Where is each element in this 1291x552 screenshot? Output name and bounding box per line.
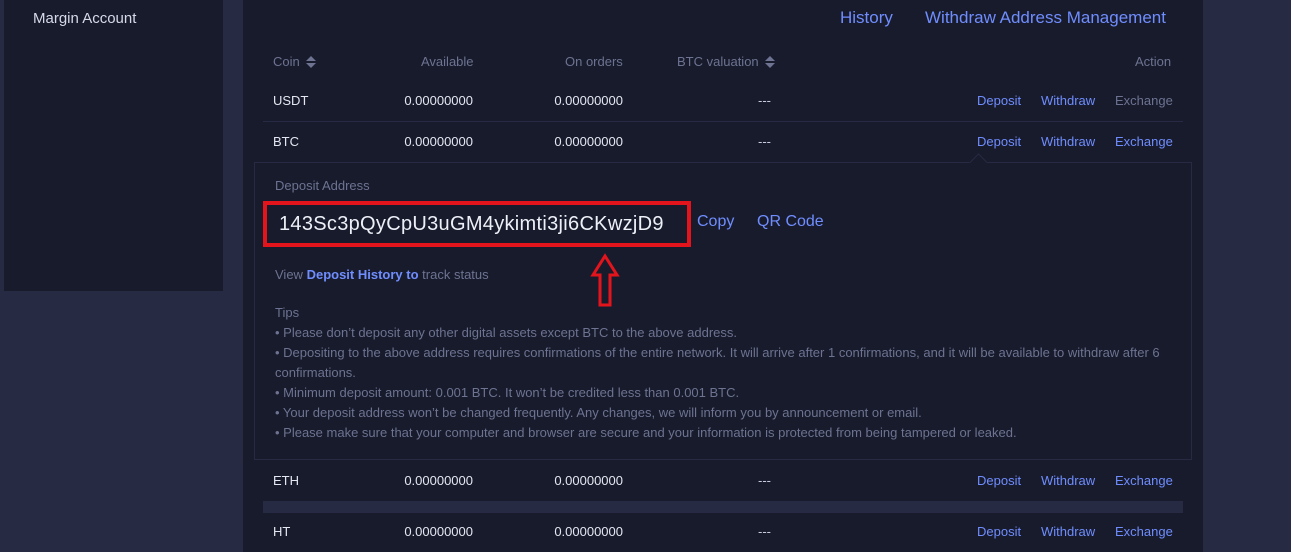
tips-section: Tips • Please don’t deposit any other di… [275,303,1175,443]
column-header-available: Available [421,54,474,69]
table-row: HT 0.00000000 0.00000000 --- Deposit Wit… [263,512,1183,552]
coin-name: USDT [273,93,309,108]
qr-code-button[interactable]: QR Code [757,213,824,231]
available-value: 0.00000000 [404,524,473,539]
history-suffix: track status [422,267,489,282]
deposit-address-label: Deposit Address [275,178,370,193]
deposit-history-line: View Deposit History to track status [275,267,489,282]
deposit-button[interactable]: Deposit [977,461,1021,501]
on-orders-value: 0.00000000 [554,134,623,149]
copy-button[interactable]: Copy [697,213,734,231]
deposit-history-link[interactable]: Deposit History to [307,267,419,282]
tip-item: • Depositing to the above address requir… [275,345,1160,380]
history-prefix: View [275,267,303,282]
deposit-button[interactable]: Deposit [977,512,1021,552]
column-header-action: Action [1135,54,1171,69]
address-highlight-box: 143Sc3pQyCpU3uGM4ykimti3ji6CKwzjD9 [263,201,691,247]
column-header-on-orders-label: On orders [565,54,623,69]
tips-title: Tips [275,305,300,320]
withdraw-button[interactable]: Withdraw [1041,461,1095,501]
column-header-coin-label: Coin [273,54,300,69]
withdraw-button[interactable]: Withdraw [1041,512,1095,552]
column-header-action-label: Action [1135,54,1172,69]
column-header-available-label: Available [421,54,474,69]
deposit-button[interactable]: Deposit [977,122,1021,162]
arrow-up-icon [590,253,620,307]
history-link[interactable]: History [840,8,893,28]
table-row: BTC 0.00000000 0.00000000 --- Deposit Wi… [263,122,1183,162]
tip-item: • Your deposit address won’t be changed … [275,405,922,420]
column-header-coin[interactable]: Coin [273,54,316,69]
btc-valuation-value: --- [758,524,771,539]
sort-icon[interactable] [764,55,775,68]
available-value: 0.00000000 [404,134,473,149]
assets-panel: History Withdraw Address Management Coin… [243,0,1203,552]
on-orders-value: 0.00000000 [554,473,623,488]
available-value: 0.00000000 [404,93,473,108]
on-orders-value: 0.00000000 [554,524,623,539]
exchange-button[interactable]: Exchange [1115,512,1173,552]
column-header-btc-valuation[interactable]: BTC valuation [677,54,775,69]
column-header-btc-valuation-label: BTC valuation [677,54,759,69]
on-orders-value: 0.00000000 [554,93,623,108]
sort-icon[interactable] [305,55,316,68]
sidebar: Margin Account [4,0,223,291]
table-row: ETH 0.00000000 0.00000000 --- Deposit Wi… [263,461,1183,501]
withdraw-button[interactable]: Withdraw [1041,122,1095,162]
withdraw-address-management-link[interactable]: Withdraw Address Management [925,8,1166,28]
column-header-on-orders: On orders [565,54,623,69]
table-row: USDT 0.00000000 0.00000000 --- Deposit W… [263,81,1183,122]
deposit-address-value[interactable]: 143Sc3pQyCpU3uGM4ykimti3ji6CKwzjD9 [279,213,664,236]
tip-item: • Please don’t deposit any other digital… [275,325,737,340]
tip-item: • Please make sure that your computer an… [275,425,1017,440]
exchange-button[interactable]: Exchange [1115,81,1173,121]
coin-name: ETH [273,473,299,488]
exchange-button[interactable]: Exchange [1115,461,1173,501]
btc-valuation-value: --- [758,473,771,488]
tip-item: • Minimum deposit amount: 0.001 BTC. It … [275,385,740,400]
exchange-button[interactable]: Exchange [1115,122,1173,162]
deposit-button[interactable]: Deposit [977,81,1021,121]
btc-valuation-value: --- [758,93,771,108]
btc-valuation-value: --- [758,134,771,149]
withdraw-button[interactable]: Withdraw [1041,81,1095,121]
sidebar-item-margin-account[interactable]: Margin Account [33,10,136,27]
deposit-address-panel: Deposit Address 143Sc3pQyCpU3uGM4ykimti3… [254,153,1192,460]
available-value: 0.00000000 [404,473,473,488]
coin-name: BTC [273,134,299,149]
coin-name: HT [273,524,291,539]
